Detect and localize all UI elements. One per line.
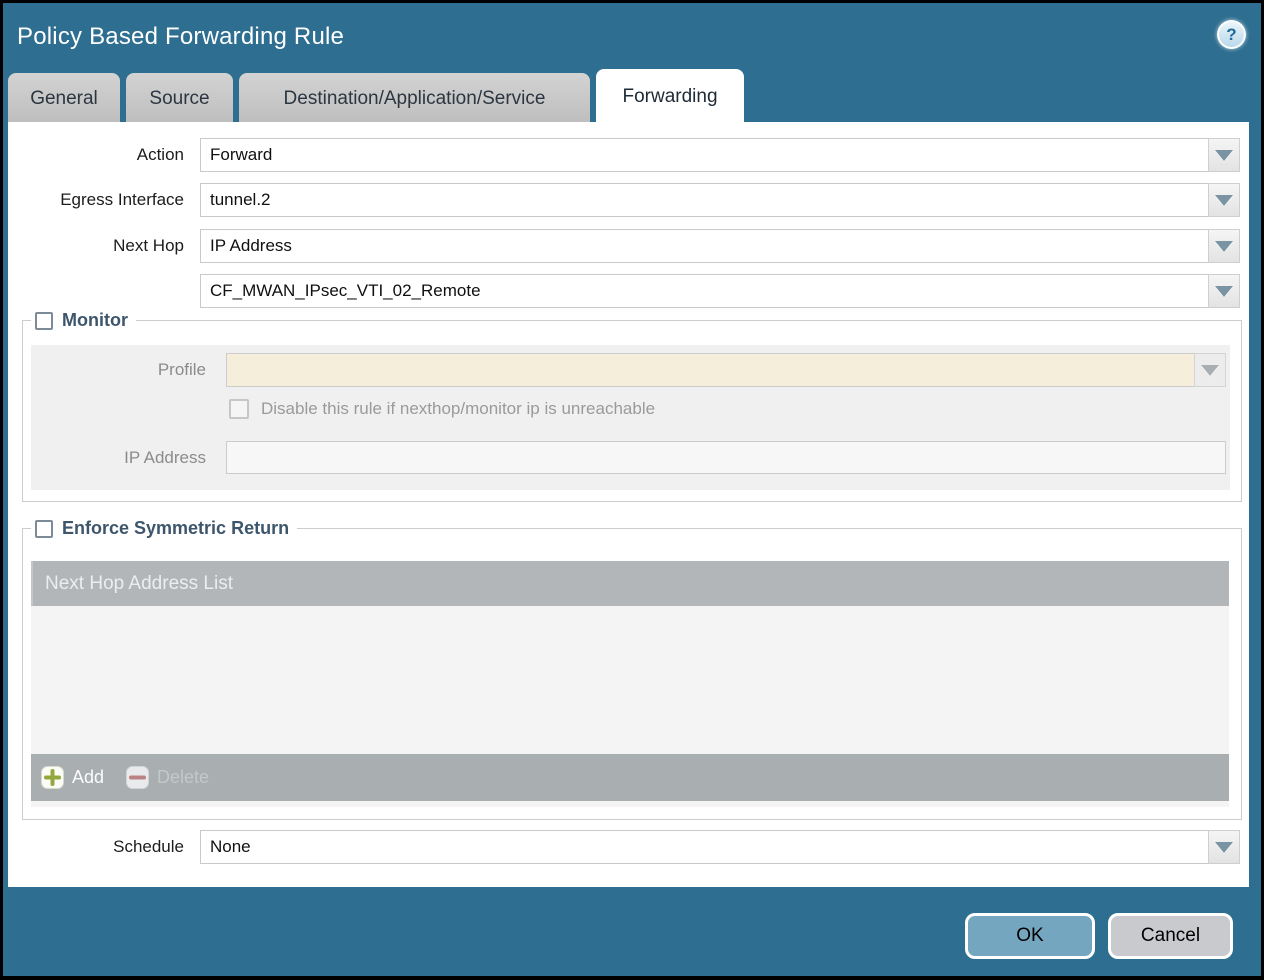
pbf-rule-dialog: Policy Based Forwarding Rule ? General S… (3, 3, 1261, 976)
tab-bar: General Source Destination/Application/S… (8, 67, 1256, 122)
profile-value (226, 353, 1194, 387)
add-button-label: Add (72, 767, 104, 788)
action-select[interactable]: Forward (200, 138, 1240, 172)
schedule-row: Schedule None (8, 830, 1249, 864)
dialog-titlebar: Policy Based Forwarding Rule ? (3, 3, 1261, 67)
schedule-dropdown-button[interactable] (1208, 830, 1240, 864)
next-hop-address-list-header: Next Hop Address List (31, 561, 1229, 606)
tab-general-label: General (30, 88, 98, 110)
profile-row: Profile (31, 353, 1230, 387)
monitor-ip-row: IP Address (31, 441, 1230, 475)
egress-interface-select[interactable]: tunnel.2 (200, 183, 1240, 217)
monitor-panel: Profile Disable this rule if nexthop/mon… (31, 345, 1230, 490)
tab-forwarding[interactable]: Forwarding (596, 69, 744, 125)
next-hop-address-row: CF_MWAN_IPsec_VTI_02_Remote (8, 274, 1249, 308)
next-hop-address-table: Next Hop Address List Add (31, 561, 1229, 807)
egress-interface-dropdown-button[interactable] (1208, 183, 1240, 217)
tab-destination-label: Destination/Application/Service (284, 88, 546, 110)
delete-button: Delete (126, 766, 209, 789)
table-bottom-strip (31, 801, 1229, 807)
disable-rule-label: Disable this rule if nexthop/monitor ip … (261, 399, 655, 419)
enforce-symmetric-return-fieldset: Enforce Symmetric Return Next Hop Addres… (22, 518, 1242, 820)
next-hop-address-list-body[interactable] (31, 606, 1229, 754)
monitor-ip-input (226, 441, 1226, 474)
help-icon-glyph: ? (1226, 25, 1236, 45)
action-dropdown-button[interactable] (1208, 138, 1240, 172)
tab-content-forwarding: Action Forward Egress Interface tunnel.2… (8, 122, 1249, 887)
egress-interface-row: Egress Interface tunnel.2 (8, 183, 1249, 217)
profile-dropdown-button (1194, 353, 1226, 387)
monitor-fieldset: Monitor Profile Disable this rule if nex… (22, 310, 1242, 502)
action-label: Action (8, 138, 192, 172)
profile-select (226, 353, 1226, 387)
next-hop-value[interactable]: IP Address (200, 229, 1208, 263)
tab-general[interactable]: General (8, 73, 120, 125)
tab-destination-application-service[interactable]: Destination/Application/Service (239, 73, 590, 125)
chevron-down-icon (1215, 241, 1233, 252)
next-hop-address-dropdown-button[interactable] (1208, 274, 1240, 308)
disable-rule-row: Disable this rule if nexthop/monitor ip … (229, 399, 655, 419)
next-hop-address-value[interactable]: CF_MWAN_IPsec_VTI_02_Remote (200, 274, 1208, 308)
schedule-select[interactable]: None (200, 830, 1240, 864)
add-button[interactable]: Add (41, 766, 104, 789)
profile-label: Profile (31, 353, 216, 387)
next-hop-row: Next Hop IP Address (8, 229, 1249, 263)
monitor-ip-label: IP Address (31, 441, 216, 475)
enforce-legend-label: Enforce Symmetric Return (62, 518, 289, 539)
table-toolbar: Add Delete (31, 754, 1229, 801)
schedule-label: Schedule (8, 830, 192, 864)
cancel-button[interactable]: Cancel (1108, 913, 1233, 959)
ok-button[interactable]: OK (965, 913, 1095, 959)
egress-interface-label: Egress Interface (8, 183, 192, 217)
chevron-down-icon (1215, 150, 1233, 161)
monitor-legend-label: Monitor (62, 310, 128, 331)
enforce-legend: Enforce Symmetric Return (31, 518, 297, 539)
plus-icon (41, 766, 64, 789)
next-hop-select[interactable]: IP Address (200, 229, 1240, 263)
tab-source-label: Source (149, 88, 209, 110)
dialog-footer: OK Cancel (965, 913, 1233, 959)
action-value[interactable]: Forward (200, 138, 1208, 172)
minus-icon (126, 766, 149, 789)
delete-button-label: Delete (157, 767, 209, 788)
tab-source[interactable]: Source (126, 73, 233, 125)
chevron-down-icon (1201, 365, 1219, 376)
next-hop-address-select[interactable]: CF_MWAN_IPsec_VTI_02_Remote (200, 274, 1240, 308)
monitor-legend: Monitor (31, 310, 136, 331)
monitor-checkbox[interactable] (35, 312, 53, 330)
dialog-title: Policy Based Forwarding Rule (17, 23, 344, 51)
chevron-down-icon (1215, 286, 1233, 297)
schedule-value[interactable]: None (200, 830, 1208, 864)
egress-interface-value[interactable]: tunnel.2 (200, 183, 1208, 217)
chevron-down-icon (1215, 195, 1233, 206)
tab-forwarding-label: Forwarding (622, 86, 717, 108)
enforce-symmetric-return-checkbox[interactable] (35, 520, 53, 538)
disable-rule-checkbox (229, 399, 249, 419)
help-icon[interactable]: ? (1217, 20, 1246, 49)
next-hop-dropdown-button[interactable] (1208, 229, 1240, 263)
next-hop-label: Next Hop (8, 229, 192, 263)
chevron-down-icon (1215, 842, 1233, 853)
action-row: Action Forward (8, 138, 1249, 172)
